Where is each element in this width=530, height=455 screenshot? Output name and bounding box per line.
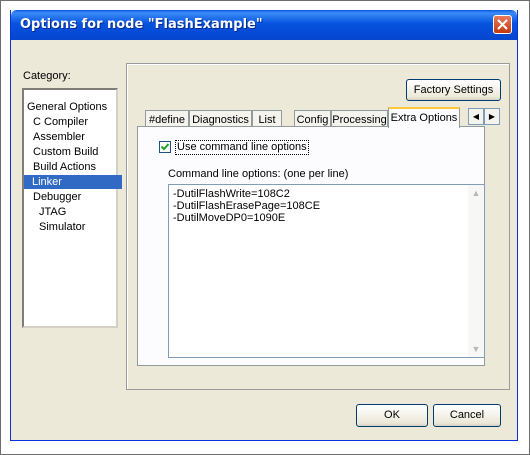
title-bar[interactable]: Options for node "FlashExample" <box>11 10 517 40</box>
arrow-right-icon: ▶ <box>488 112 496 121</box>
category-item-jtag[interactable]: JTAG <box>37 205 68 219</box>
command-line-3: -DutilMoveDP0=1090E <box>173 212 286 224</box>
window-title: Options for node "FlashExample" <box>20 17 263 32</box>
tab-scroll-right-button[interactable]: ▶ <box>484 108 500 125</box>
close-button[interactable] <box>493 15 512 34</box>
arrow-left-icon: ◀ <box>472 112 480 121</box>
scroll-up-icon[interactable]: ▲ <box>468 185 484 201</box>
command-line-1: -DutilFlashWrite=108C2 <box>173 188 290 200</box>
tab-strip: #define Diagnostics List Config Processi… <box>137 107 507 128</box>
checkmark-icon <box>160 143 170 151</box>
command-line-2: -DutilFlashErasePage=108CE <box>173 200 321 212</box>
category-item-simulator[interactable]: Simulator <box>37 220 87 234</box>
command-line-textarea[interactable]: -DutilFlashWrite=108C2 -DutilFlashEraseP… <box>168 184 485 358</box>
ok-button[interactable]: OK <box>356 404 428 427</box>
category-item-linker[interactable]: Linker <box>24 175 122 189</box>
command-line-caption: Command line options: (one per line) <box>168 168 349 180</box>
category-label: Category: <box>23 70 71 82</box>
category-item-custom-build[interactable]: Custom Build <box>31 145 100 159</box>
use-command-line-checkbox[interactable] <box>159 141 171 153</box>
scroll-down-icon[interactable]: ▼ <box>468 341 484 357</box>
tab-scroll-left-button[interactable]: ◀ <box>468 108 484 125</box>
category-item-c-compiler[interactable]: C Compiler <box>31 115 90 129</box>
tab-extra-options[interactable]: Extra Options <box>388 107 460 128</box>
category-item-assembler[interactable]: Assembler <box>31 130 87 144</box>
category-item-build-actions[interactable]: Build Actions <box>31 160 98 174</box>
close-icon <box>497 19 508 30</box>
use-command-line-label[interactable]: Use command line options <box>175 140 309 155</box>
cancel-button[interactable]: Cancel <box>433 404 501 427</box>
vertical-scrollbar[interactable]: ▲ ▼ <box>468 185 484 357</box>
factory-settings-button[interactable]: Factory Settings <box>406 79 501 101</box>
category-item-debugger[interactable]: Debugger <box>31 190 83 204</box>
category-item-general-options[interactable]: General Options <box>25 100 109 114</box>
category-list[interactable]: General Options C Compiler Assembler Cus… <box>22 88 122 328</box>
